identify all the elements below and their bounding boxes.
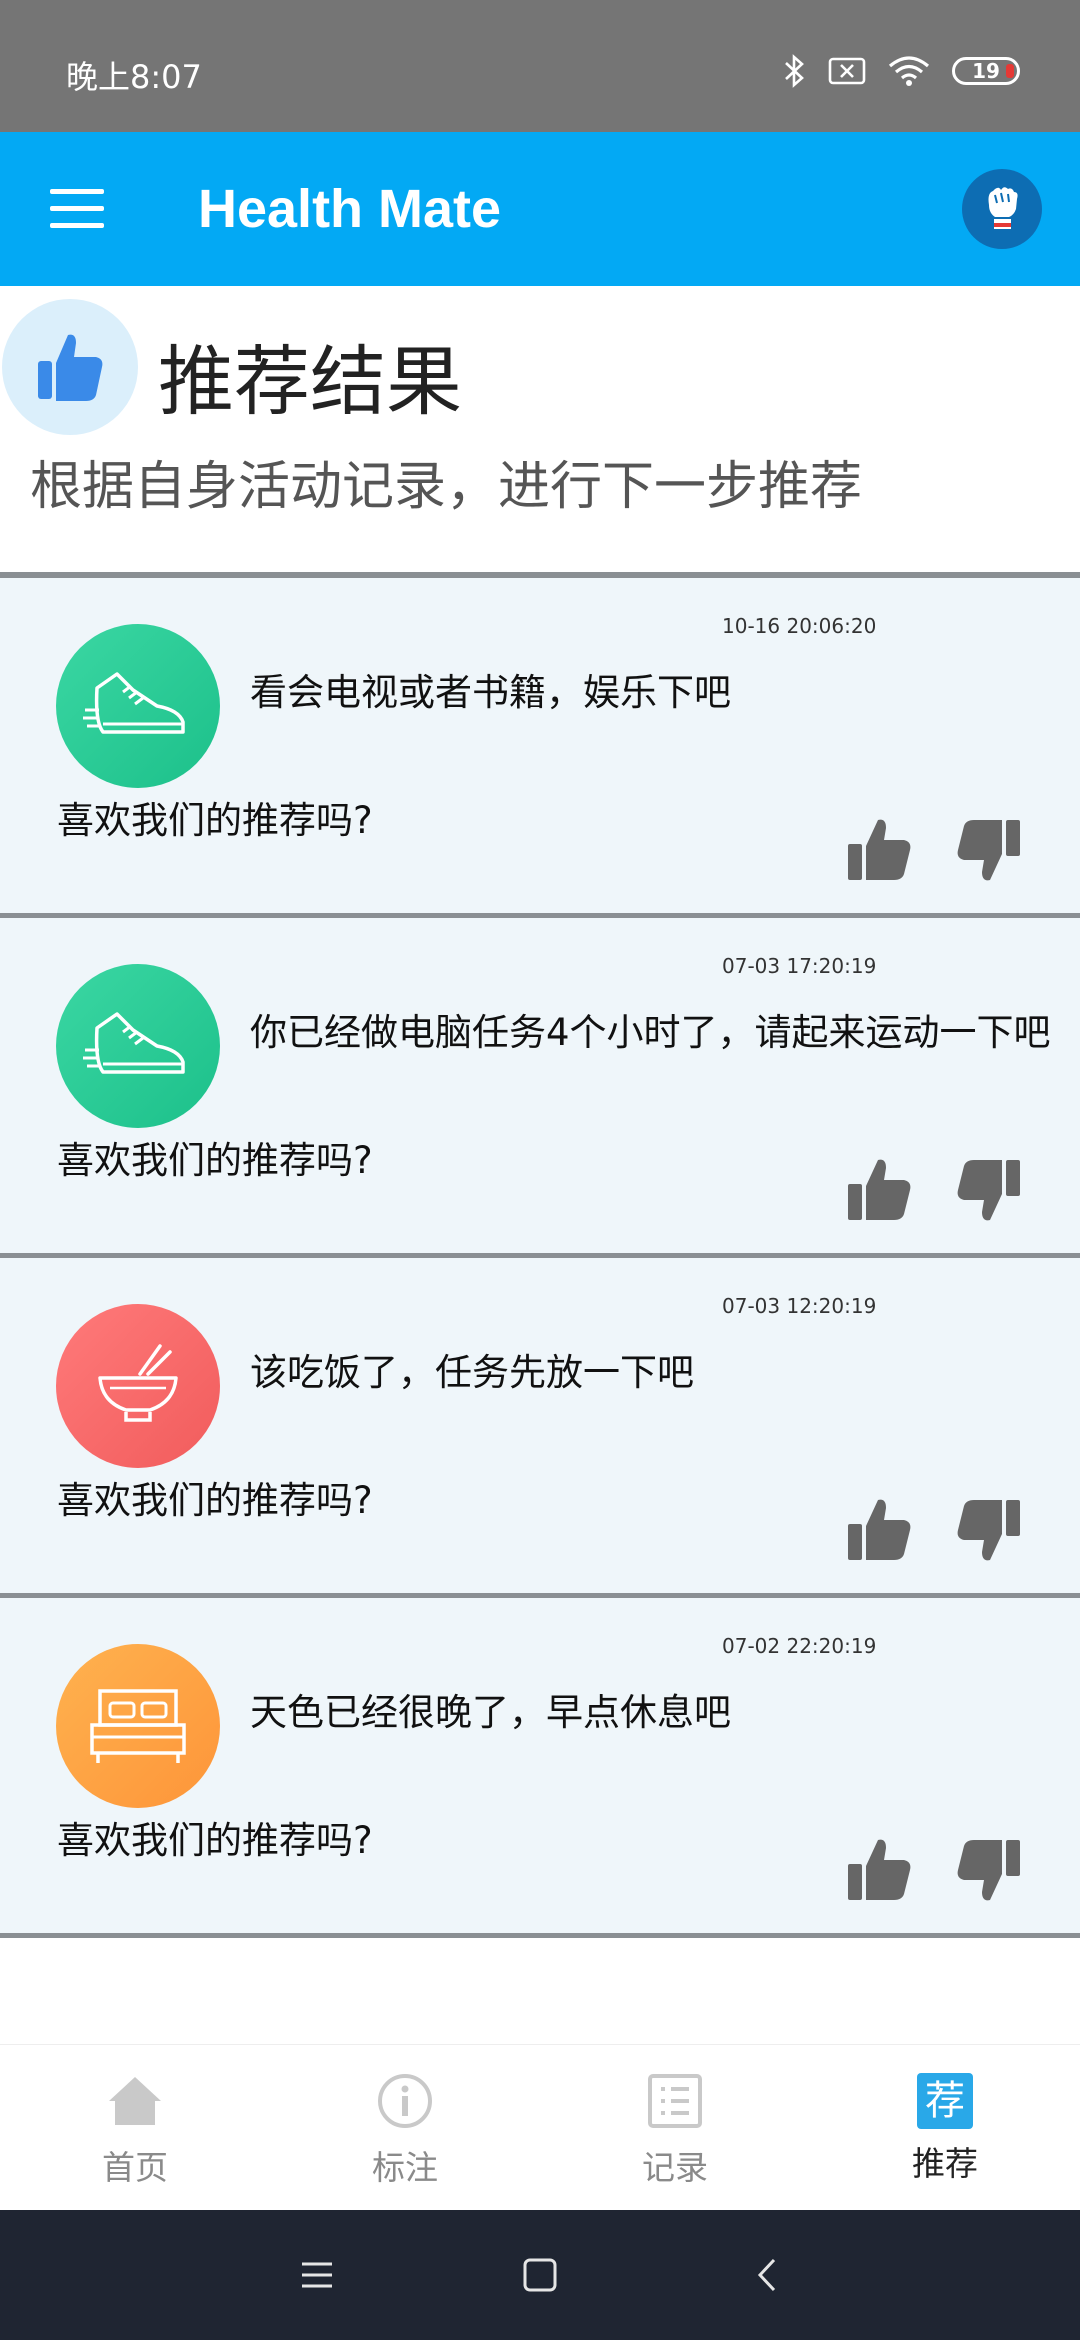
like-button[interactable] [846, 1156, 914, 1224]
thumbs-up-badge [2, 299, 138, 435]
nav-item-records[interactable]: 记录 [575, 2073, 775, 2189]
page-subtitle: 根据自身活动记录，进行下一步推荐 [30, 457, 863, 517]
nav-item-annotate[interactable]: 标注 [305, 2073, 505, 2189]
status-time: 晚上8:07 [66, 58, 202, 96]
page-header: 推荐结果 根据自身活动记录，进行下一步推荐 [0, 294, 1080, 572]
sneaker-icon [83, 1012, 185, 1074]
system-nav-bar [0, 2210, 1080, 2340]
nav-label: 记录 [642, 2148, 708, 2187]
thumbs-up-icon [848, 1839, 911, 1900]
like-button[interactable] [846, 1496, 914, 1564]
thumbs-down-icon [957, 820, 1020, 881]
wifi-icon [888, 56, 930, 86]
bottom-nav: 首页 标注 记录 荐 推荐 [0, 2044, 1080, 2210]
recommendation-card: 07-02 22:20:19 天色已经很晚了，早点休息吧 喜欢我们的推荐吗? [0, 1598, 1080, 1938]
battery-low-indicator [1006, 64, 1014, 78]
nav-item-recommend[interactable]: 荐 推荐 [845, 2073, 1045, 2185]
dislike-button[interactable] [954, 1496, 1022, 1564]
card-question: 喜欢我们的推荐吗? [57, 799, 373, 842]
app-title: Health Mate [198, 179, 502, 239]
dislike-button[interactable] [954, 1836, 1022, 1904]
menu-button[interactable] [50, 187, 104, 231]
profile-avatar[interactable] [962, 169, 1042, 249]
battery-icon: 19 [952, 57, 1020, 85]
thumbs-up-icon [848, 1499, 911, 1560]
card-message: 看会电视或者书籍，娱乐下吧 [250, 671, 731, 714]
page-title: 推荐结果 [158, 337, 462, 426]
recommendation-list: 10-16 20:06:20 看会电视或者书籍，娱乐下吧 喜欢我们的推荐吗? 0… [0, 578, 1080, 1938]
card-message: 你已经做电脑任务4个小时了，请起来运动一下吧 [250, 1011, 1051, 1054]
info-icon [378, 2074, 432, 2128]
thumbs-up-icon [848, 819, 911, 880]
thumbs-up-icon [848, 1159, 911, 1220]
bluetooth-icon [785, 54, 804, 88]
home-icon [109, 2077, 161, 2125]
card-question: 喜欢我们的推荐吗? [57, 1139, 373, 1182]
card-icon-circle [56, 964, 220, 1128]
app-bar: Health Mate [0, 132, 1080, 286]
recommendation-card: 10-16 20:06:20 看会电视或者书籍，娱乐下吧 喜欢我们的推荐吗? [0, 578, 1080, 918]
dislike-button[interactable] [954, 816, 1022, 884]
nav-label: 首页 [102, 2148, 168, 2187]
card-timestamp: 07-03 12:20:19 [722, 1294, 877, 1318]
bed-icon [90, 1689, 186, 1763]
like-button[interactable] [846, 816, 914, 884]
like-button[interactable] [846, 1836, 914, 1904]
fist-icon [988, 187, 1018, 229]
card-icon-circle [56, 624, 220, 788]
battery-level: 19 [972, 59, 1000, 83]
nav-label: 推荐 [912, 2144, 978, 2183]
card-timestamp: 10-16 20:06:20 [722, 614, 877, 638]
bowl-chopsticks-icon [98, 1344, 178, 1422]
thumbs-down-icon [957, 1160, 1020, 1221]
card-timestamp: 07-02 22:20:19 [722, 1634, 877, 1658]
nav-label: 标注 [372, 2148, 438, 2187]
card-icon-circle [56, 1304, 220, 1468]
nav-item-home[interactable]: 首页 [35, 2073, 235, 2189]
card-message: 该吃饭了，任务先放一下吧 [250, 1351, 694, 1394]
status-icons: 19 [784, 54, 1020, 88]
recommend-icon: 荐 [917, 2073, 973, 2129]
list-icon [648, 2074, 702, 2128]
thumbs-up-icon [38, 334, 103, 401]
thumbs-down-icon [957, 1500, 1020, 1561]
home-square-icon[interactable] [517, 2252, 563, 2298]
card-message: 天色已经很晚了，早点休息吧 [250, 1691, 731, 1734]
status-bar: 晚上8:07 19 [0, 0, 1080, 132]
recommendation-card: 07-03 12:20:19 该吃饭了，任务先放一下吧 喜欢我们的推荐吗? [0, 1258, 1080, 1598]
card-timestamp: 07-03 17:20:19 [722, 954, 877, 978]
menu-icon[interactable] [294, 2252, 340, 2298]
dislike-button[interactable] [954, 1156, 1022, 1224]
card-question: 喜欢我们的推荐吗? [57, 1479, 373, 1522]
card-icon-circle [56, 1644, 220, 1808]
sim-off-icon [828, 57, 866, 85]
card-question: 喜欢我们的推荐吗? [57, 1819, 373, 1862]
thumbs-down-icon [957, 1840, 1020, 1901]
recommendation-card: 07-03 17:20:19 你已经做电脑任务4个小时了，请起来运动一下吧 喜欢… [0, 918, 1080, 1258]
back-icon[interactable] [746, 2252, 792, 2298]
sneaker-icon [83, 672, 185, 734]
